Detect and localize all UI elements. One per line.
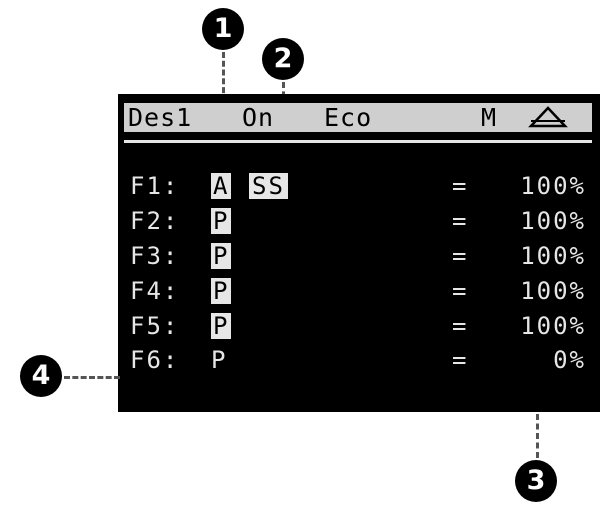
fan-value: 0% (553, 346, 586, 374)
fan-equals: = (452, 207, 469, 235)
callout-3: 3 (515, 460, 557, 502)
fan-row: F5: P = 100% (118, 312, 600, 340)
fan-control-code: A (211, 172, 232, 200)
fan-control-code: P (211, 207, 232, 235)
warning-triangle-icon (528, 106, 568, 128)
fan-control-code: P (211, 277, 232, 305)
fan-label: F4: (130, 277, 180, 305)
fan-control-code: P (211, 346, 228, 374)
fan-control-code: P (211, 242, 232, 270)
fan-label: F3: (130, 242, 180, 270)
fan-row: F1: A SS = 100% (118, 172, 600, 200)
callout-4: 4 (20, 355, 62, 397)
status-mode: Des1 (128, 103, 193, 132)
fan-label: F1: (130, 172, 180, 200)
fan-extra-code: SS (249, 173, 288, 199)
status-state: On (242, 103, 275, 132)
callout-1: 1 (202, 8, 244, 50)
fan-row: F2: P = 100% (118, 207, 600, 235)
fan-equals: = (452, 242, 469, 270)
fan-control-code: P (211, 312, 232, 340)
fan-value: 100% (520, 207, 586, 235)
callout-4-leader (64, 376, 120, 379)
fan-row: F3: P = 100% (118, 242, 600, 270)
fan-value: 100% (520, 312, 586, 340)
fan-label: F2: (130, 207, 180, 235)
status-manual: M (481, 103, 498, 132)
fan-value: 100% (520, 242, 586, 270)
callout-2: 2 (262, 38, 304, 80)
status-eco: Eco (324, 103, 373, 132)
fan-equals: = (452, 346, 469, 374)
fan-value: 100% (520, 172, 586, 200)
divider (124, 140, 592, 143)
fan-row: F6: P = 0% (118, 346, 600, 374)
fan-value: 100% (520, 277, 586, 305)
callout-3-leader (536, 414, 539, 458)
fan-label: F5: (130, 312, 180, 340)
fan-label: F6: (130, 346, 180, 374)
lcd-display: Des1 On Eco M F1: A SS = 100% F2: P = 100% F3: P = 1… (118, 94, 600, 412)
fan-equals: = (452, 172, 469, 200)
fan-equals: = (452, 277, 469, 305)
fan-row: F4: P = 100% (118, 277, 600, 305)
status-bar: Des1 On Eco M (124, 103, 592, 132)
fan-equals: = (452, 312, 469, 340)
